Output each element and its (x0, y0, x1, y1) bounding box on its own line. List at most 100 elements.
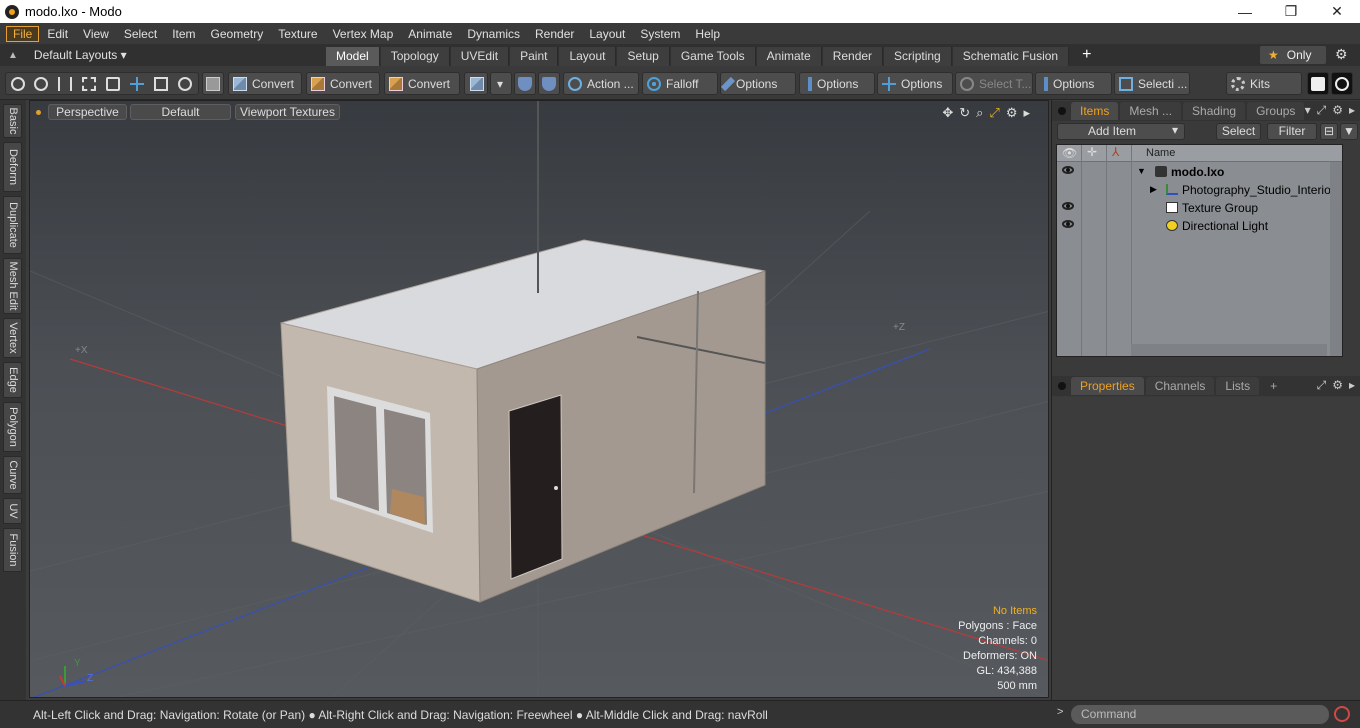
polygon-mode-icon[interactable] (82, 76, 96, 91)
menu-vertex-map[interactable]: Vertex Map (326, 26, 401, 42)
collapse-up-icon[interactable]: ▲ (8, 50, 18, 61)
menu-texture[interactable]: Texture (271, 26, 324, 42)
unreal-button[interactable] (1331, 72, 1353, 95)
menu-file[interactable]: File (6, 25, 40, 42)
vtab-curve[interactable]: Curve (3, 456, 22, 494)
tab-model[interactable]: Model (326, 47, 380, 66)
filter-toggle-button[interactable]: ▼ (1340, 123, 1358, 140)
tab-lists[interactable]: Lists (1216, 377, 1260, 395)
primitive-button[interactable] (464, 72, 488, 95)
globe-icon[interactable] (34, 76, 48, 91)
tab-channels[interactable]: Channels (1145, 377, 1215, 395)
layout-settings-gear-icon[interactable]: ⚙ (1335, 46, 1348, 63)
panel-menu-dot-icon[interactable] (1058, 107, 1066, 115)
tab-shading[interactable]: Shading (1183, 102, 1246, 120)
expand-arrow-icon[interactable]: ▼ (1137, 166, 1146, 176)
selection-options-button[interactable]: Options (1035, 72, 1112, 95)
panel-expand-icon[interactable]: ⤢ (1317, 103, 1327, 118)
vtab-duplicate[interactable]: Duplicate (3, 196, 22, 254)
viewport-expand-arrow-icon[interactable]: ▸ (1023, 105, 1030, 121)
vtab-uv[interactable]: UV (3, 498, 22, 524)
tab-groups[interactable]: Groups (1247, 102, 1305, 120)
item-mode-icon[interactable] (106, 76, 120, 91)
vtab-edge[interactable]: Edge (3, 362, 22, 398)
select-through-button[interactable]: Select T... (955, 72, 1033, 95)
convert-button-2[interactable]: Convert (306, 72, 380, 95)
tab-setup[interactable]: Setup (617, 47, 670, 66)
visibility-eye-icon[interactable] (1062, 202, 1074, 210)
center-mode-icon[interactable] (130, 76, 144, 91)
tab-layout[interactable]: Layout (559, 47, 617, 66)
tab-uvedit[interactable]: UVEdit (450, 47, 510, 66)
tab-mesh[interactable]: Mesh ... (1120, 102, 1182, 120)
menu-select[interactable]: Select (117, 26, 164, 42)
expand-arrow-icon[interactable]: ▶ (1150, 184, 1157, 195)
primitive-dropdown[interactable]: ▾ (490, 72, 512, 95)
pan-icon[interactable]: ✥ (942, 105, 953, 121)
menu-edit[interactable]: Edit (40, 26, 75, 42)
convert-button-3[interactable]: Convert (384, 72, 460, 95)
menu-layout[interactable]: Layout (582, 26, 632, 42)
tree-vertical-scrollbar[interactable] (1330, 162, 1342, 356)
convert-button-1[interactable]: Convert (228, 72, 302, 95)
tree-row-texture-group[interactable]: Texture Group (1057, 199, 1342, 217)
tab-animate[interactable]: Animate (756, 47, 822, 66)
panel-settings-gear-icon[interactable]: ⚙ (1332, 103, 1343, 118)
vtab-polygon[interactable]: Polygon (3, 402, 22, 452)
panel-settings-gear-icon[interactable]: ⚙ (1332, 378, 1343, 393)
menu-help[interactable]: Help (688, 26, 727, 42)
layout-selector[interactable]: ▲ Default Layouts ▾ (0, 44, 326, 66)
vtab-vertex[interactable]: Vertex (3, 318, 22, 358)
record-macro-icon[interactable] (1334, 706, 1350, 722)
tab-items[interactable]: Items (1071, 102, 1119, 120)
tree-row-directional-light[interactable]: Directional Light (1057, 217, 1342, 235)
viewport-menu-dot-icon[interactable] (36, 110, 41, 115)
selection-sets-button[interactable]: Selecti ... (1114, 72, 1190, 95)
edge-mode-icon[interactable] (178, 76, 192, 91)
name-column-header[interactable]: Name (1146, 147, 1175, 159)
vtab-deform[interactable]: Deform (3, 142, 22, 192)
menu-render[interactable]: Render (528, 26, 581, 42)
tree-row-scene[interactable]: ▼ modo.lxo (1057, 163, 1342, 181)
tab-game-tools[interactable]: Game Tools (670, 47, 756, 66)
panel-menu-dot-icon[interactable] (1058, 382, 1066, 390)
rotate-icon[interactable]: ↻ (959, 105, 970, 121)
zoom-icon[interactable]: ⌕ (976, 105, 983, 121)
vertex-mode-icon[interactable] (11, 76, 25, 91)
visibility-eye-icon[interactable] (1062, 166, 1074, 174)
3d-viewport[interactable]: Perspective Default Viewport Textures ✥ … (29, 100, 1049, 698)
add-tab-icon[interactable]: + (1082, 46, 1091, 64)
workplane-button[interactable] (538, 72, 560, 95)
add-panel-tab-icon[interactable]: + (1261, 377, 1286, 395)
pen-icon[interactable] (58, 76, 72, 91)
pivot-mode-icon[interactable] (154, 76, 168, 91)
filter-button[interactable]: Filter (1267, 123, 1317, 140)
tree-row-mesh[interactable]: ▶ Photography_Studio_Interior (1057, 181, 1342, 199)
vtab-fusion[interactable]: Fusion (3, 528, 22, 572)
item-list-tree[interactable]: 👁 ✛ ⅄ Name ▼ modo.lxo ▶ Photography_Stud… (1056, 144, 1343, 357)
snapping-options-button[interactable]: Options (720, 72, 796, 95)
close-button[interactable]: ✕ (1314, 0, 1360, 23)
maximize-button[interactable]: ❐ (1268, 0, 1314, 23)
tab-topology[interactable]: Topology (380, 47, 450, 66)
menu-animate[interactable]: Animate (401, 26, 459, 42)
menu-item[interactable]: Item (165, 26, 202, 42)
panel-arrow-icon[interactable]: ▸ (1349, 103, 1355, 118)
transform-options-button[interactable]: Options (877, 72, 953, 95)
element-options-button[interactable]: Options (799, 72, 875, 95)
view-mode-selector[interactable]: Perspective (48, 104, 127, 120)
tab-schematic-fusion[interactable]: Schematic Fusion (952, 47, 1070, 66)
only-button[interactable]: ★ Only (1260, 46, 1326, 64)
vtab-basic[interactable]: Basic (3, 104, 22, 138)
visibility-column-eye-icon[interactable]: 👁 (1062, 146, 1077, 160)
shading-mode-selector[interactable]: Default (130, 104, 231, 120)
panel-arrow-icon[interactable]: ▸ (1349, 378, 1355, 393)
collapse-button[interactable]: ⊟ (1320, 123, 1338, 140)
viewport-textures-selector[interactable]: Viewport Textures (235, 104, 340, 120)
add-item-dropdown[interactable]: ▾ (1166, 123, 1184, 140)
lock-column-icon[interactable]: ✛ (1087, 145, 1097, 159)
falloff-button[interactable]: Falloff (642, 72, 718, 95)
viewport-settings-gear-icon[interactable]: ⚙ (1006, 105, 1018, 121)
tab-paint[interactable]: Paint (510, 47, 559, 66)
material-mode-button[interactable] (202, 72, 224, 95)
